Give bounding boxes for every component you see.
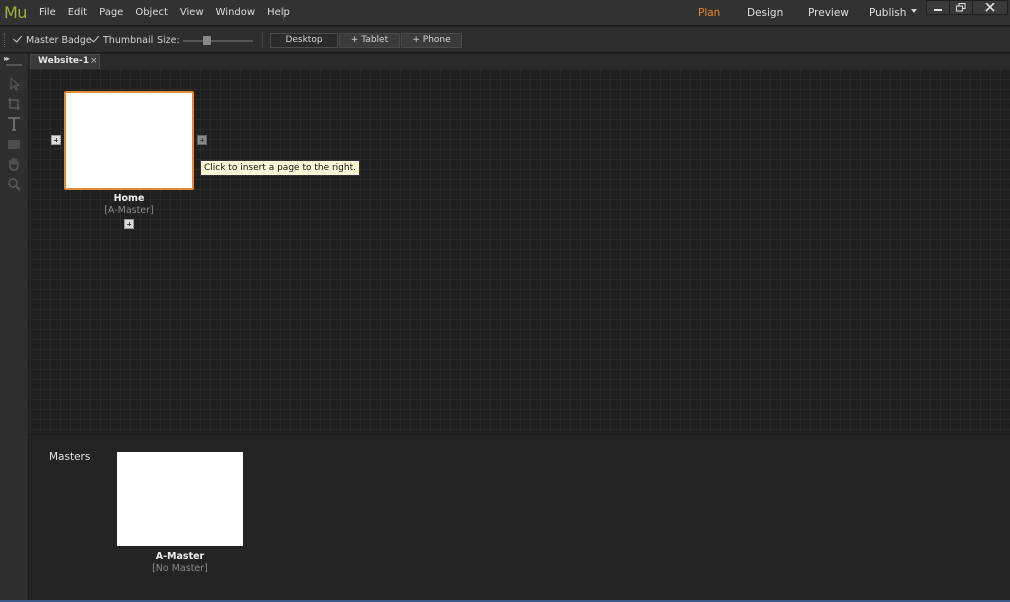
- menu-bar: Mu File Edit Page Object View Window Hel…: [0, 0, 1010, 26]
- master-title[interactable]: A-Master: [117, 551, 243, 562]
- menu-view[interactable]: View: [180, 0, 204, 26]
- desktop-button[interactable]: Desktop: [270, 33, 338, 48]
- add-phone-button[interactable]: + Phone: [401, 33, 462, 48]
- close-icon: [985, 3, 995, 12]
- tooltip: Click to insert a page to the right.: [200, 160, 360, 176]
- size-slider[interactable]: [183, 40, 253, 42]
- master-badge-checkbox[interactable]: Master Badge: [13, 34, 92, 46]
- tab-close-icon[interactable]: ×: [90, 56, 98, 66]
- hand-icon[interactable]: [6, 156, 22, 172]
- main-menu: File Edit Page Object View Window Help: [39, 0, 302, 26]
- crop-icon[interactable]: [6, 96, 22, 112]
- add-page-left-icon[interactable]: [51, 135, 61, 145]
- mode-preview[interactable]: Preview: [808, 0, 849, 26]
- restore-button[interactable]: [949, 0, 973, 15]
- menu-file[interactable]: File: [39, 0, 56, 26]
- text-icon[interactable]: [6, 116, 22, 132]
- thumbnail-label: Thumbnail: [103, 35, 154, 46]
- menu-object[interactable]: Object: [135, 0, 168, 26]
- toolbar-divider: [262, 32, 263, 48]
- size-slider-thumb[interactable]: [203, 36, 211, 45]
- tab-website-1[interactable]: Website-1 ×: [30, 54, 100, 69]
- checkmark-icon: [13, 34, 23, 44]
- menu-window[interactable]: Window: [216, 0, 255, 26]
- chevron-down-icon[interactable]: [911, 9, 917, 13]
- menu-help[interactable]: Help: [267, 0, 290, 26]
- masters-label: Masters: [49, 451, 91, 463]
- checkmark-icon: [90, 34, 100, 44]
- mode-plan[interactable]: Plan: [698, 0, 720, 26]
- document-tab-bar: Website-1 ×: [0, 54, 1010, 69]
- mode-publish[interactable]: Publish: [869, 0, 906, 26]
- menu-page[interactable]: Page: [99, 0, 123, 26]
- tools-panel: ▸▸: [0, 54, 29, 602]
- mode-design[interactable]: Design: [747, 0, 783, 26]
- minimize-button[interactable]: [926, 0, 950, 15]
- page-title[interactable]: Home: [64, 193, 194, 204]
- tab-label: Website-1: [38, 56, 89, 66]
- size-label: Size:: [157, 35, 180, 46]
- close-window-button[interactable]: [972, 0, 1008, 15]
- panel-divider: [6, 64, 22, 66]
- selection-icon[interactable]: [6, 76, 22, 92]
- master-badge-label: Master Badge: [26, 35, 92, 46]
- rectangle-icon[interactable]: [6, 136, 22, 152]
- options-toolbar: Master Badge Thumbnail Size: Desktop + T…: [0, 27, 1010, 53]
- zoom-icon[interactable]: [6, 176, 22, 192]
- toolbar-grip[interactable]: [4, 33, 6, 47]
- app-logo: Mu: [4, 3, 27, 22]
- add-page-right-icon[interactable]: [197, 135, 207, 145]
- master-thumbnail-a-master[interactable]: [117, 452, 243, 546]
- page-master-label: [A-Master]: [104, 205, 154, 216]
- menu-divider: [283, 5, 284, 21]
- add-tablet-button[interactable]: + Tablet: [339, 33, 400, 48]
- page-thumbnail-home[interactable]: [64, 91, 194, 190]
- add-child-page-icon[interactable]: [124, 219, 134, 229]
- expand-panel-icon[interactable]: ▸▸: [4, 54, 10, 63]
- restore-icon: [956, 3, 966, 12]
- master-parent-label: [No Master]: [152, 563, 208, 574]
- thumbnail-checkbox[interactable]: Thumbnail: [90, 34, 153, 46]
- menu-edit[interactable]: Edit: [68, 0, 87, 26]
- minimize-icon: [934, 9, 942, 11]
